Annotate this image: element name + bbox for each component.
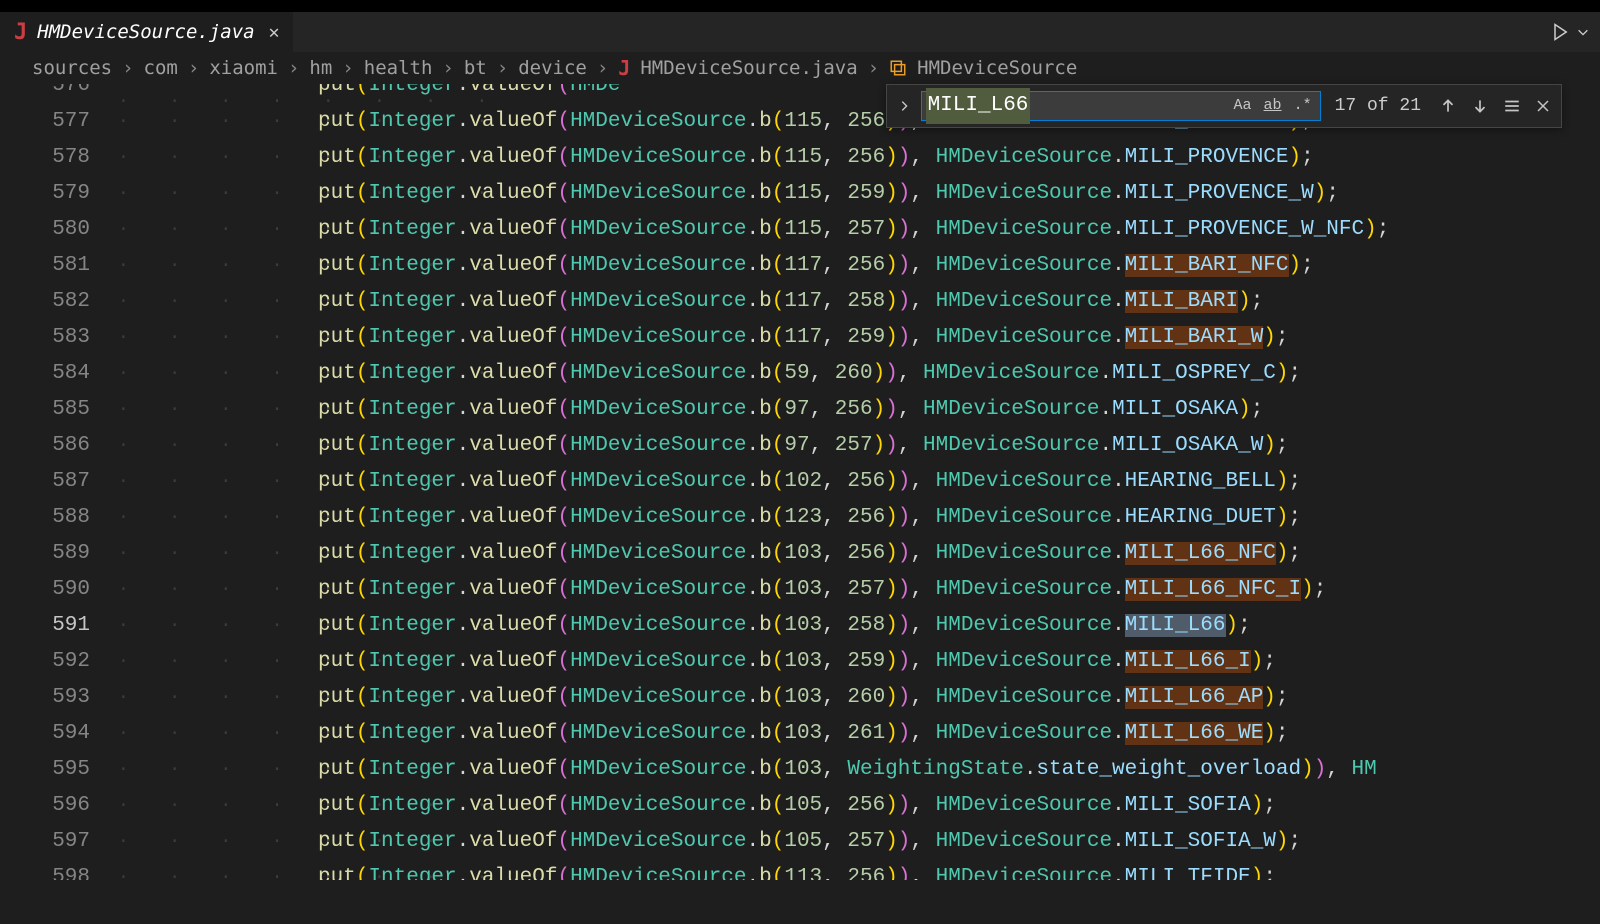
breadcrumb-file[interactable]: HMDeviceSource.java (640, 57, 857, 79)
tab-filename: HMDeviceSource.java (37, 21, 254, 43)
find-widget: MILI_L66 Aa ab .* 17 of 21 (886, 84, 1562, 128)
close-icon[interactable]: ✕ (269, 22, 280, 43)
code-editor[interactable]: 5765775785795805815825835845855865875885… (0, 84, 1600, 880)
breadcrumb-symbol[interactable]: HMDeviceSource (917, 57, 1077, 79)
match-case-toggle[interactable]: Aa (1230, 86, 1256, 126)
breadcrumb-part[interactable]: hm (309, 57, 332, 79)
breadcrumb-part[interactable]: sources (32, 57, 112, 79)
run-icon[interactable] (1550, 22, 1570, 42)
breadcrumb-part[interactable]: health (364, 57, 433, 79)
find-count: 17 of 21 (1327, 88, 1429, 124)
tab-bar: J HMDeviceSource.java ✕ (0, 0, 1600, 52)
java-file-icon: J (618, 56, 630, 80)
line-gutter: 5765775785795805815825835845855865875885… (0, 84, 118, 880)
prev-match-icon[interactable] (1435, 93, 1461, 119)
whole-word-toggle[interactable]: ab (1260, 86, 1286, 126)
close-find-icon[interactable] (1531, 94, 1555, 118)
code-area[interactable]: put(Integer.valueOf(HMDeput(Integer.valu… (118, 84, 1600, 880)
breadcrumb-part[interactable]: com (144, 57, 178, 79)
breadcrumb-part[interactable]: xiaomi (209, 57, 278, 79)
find-in-selection-icon[interactable] (1499, 93, 1525, 119)
java-file-icon: J (14, 20, 27, 45)
breadcrumb[interactable]: sources› com› xiaomi› hm› health› bt› de… (0, 52, 1600, 84)
editor-tab[interactable]: J HMDeviceSource.java ✕ (0, 12, 293, 52)
find-expand-icon[interactable] (893, 85, 915, 127)
find-term: MILI_L66 (926, 88, 1031, 124)
tab-actions (1550, 22, 1600, 42)
regex-toggle[interactable]: .* (1290, 86, 1316, 126)
breadcrumb-part[interactable]: device (518, 57, 587, 79)
breadcrumb-part[interactable]: bt (464, 57, 487, 79)
find-input[interactable]: MILI_L66 Aa ab .* (921, 91, 1321, 121)
run-chevron-icon[interactable] (1576, 25, 1590, 39)
enum-icon (889, 59, 907, 77)
next-match-icon[interactable] (1467, 93, 1493, 119)
